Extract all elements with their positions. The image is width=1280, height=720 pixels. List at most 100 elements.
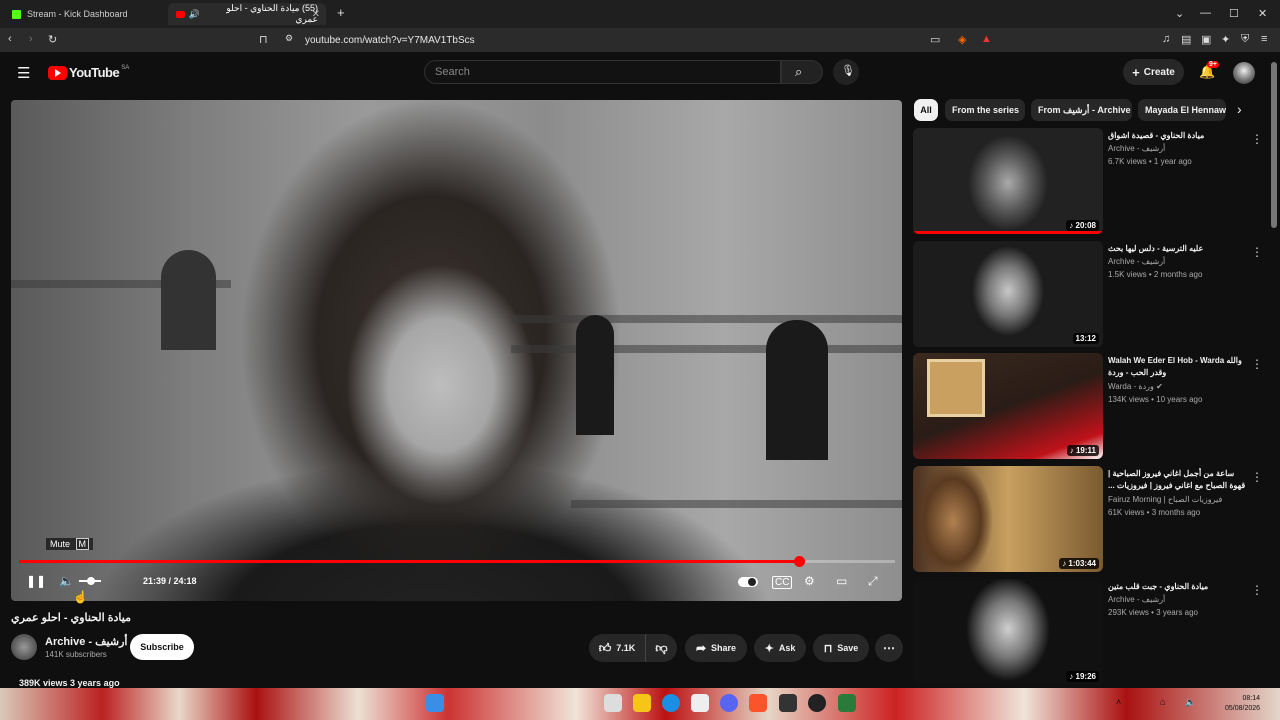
brave-shield-icon[interactable]: ◈: [958, 33, 966, 46]
wallet-icon[interactable]: ▣: [1201, 33, 1211, 46]
obs-icon[interactable]: [808, 694, 826, 712]
more-options-icon[interactable]: ⋮: [1251, 583, 1263, 597]
chip-from-archive[interactable]: From أرشيف - Archive: [1031, 99, 1132, 121]
tab-youtube-video[interactable]: 🔊 (55) ميادة الحناوي - احلو عمري ✕: [168, 3, 326, 25]
recommendation-item[interactable]: ♪ 20:08 ميادة الحناوي - قصيدة اشواق Arch…: [913, 128, 1263, 234]
account-avatar[interactable]: [1233, 62, 1255, 84]
vpn-icon[interactable]: ⛨: [1241, 33, 1249, 46]
more-options-icon[interactable]: ⋮: [1251, 132, 1263, 146]
edge-browser-icon[interactable]: [662, 694, 680, 712]
close-window-button[interactable]: ✕: [1258, 7, 1267, 20]
dislike-button[interactable]: 👎︎: [645, 634, 677, 662]
reload-icon[interactable]: ↻: [48, 33, 57, 46]
video-thumbnail[interactable]: ♪ 19:11: [913, 353, 1103, 459]
rec-title[interactable]: ساعة من أجمل اغاني فيروز الصباحية | قهوة…: [1108, 468, 1248, 492]
ask-button[interactable]: ✦ Ask: [754, 634, 806, 662]
channel-name[interactable]: Archive - أرشيف: [45, 635, 127, 648]
search-input[interactable]: Search: [424, 60, 781, 84]
extensions-icon[interactable]: ✦: [1221, 33, 1230, 46]
video-thumbnail[interactable]: ♪ 20:08: [913, 128, 1103, 234]
rec-meta: 134K views • 10 years ago: [1108, 395, 1203, 404]
share-button[interactable]: ➦ Share: [685, 634, 747, 662]
brave-rewards-icon[interactable]: ▲: [981, 33, 992, 45]
chip-from-the-series[interactable]: From the series: [945, 99, 1025, 121]
discord-icon[interactable]: [720, 694, 738, 712]
video-thumbnail[interactable]: ♪ 19:26: [913, 579, 1103, 685]
bookmark-icon[interactable]: ⊓: [259, 33, 268, 46]
wall-stripe: [511, 345, 902, 353]
sidebar-icon[interactable]: ▤: [1181, 33, 1191, 46]
volume-handle[interactable]: [87, 577, 95, 585]
address-bar[interactable]: youtube.com/watch?v=Y7MAV1TbScs: [279, 31, 999, 49]
maximize-button[interactable]: ☐: [1229, 7, 1239, 20]
recommendation-item[interactable]: 13:12 عليه الترسية - دلس ليها بحث Archiv…: [913, 241, 1263, 347]
network-icon[interactable]: ⌂: [1160, 697, 1165, 707]
duration-badge: ♪ 19:26: [1066, 671, 1099, 682]
brave-icon[interactable]: [749, 694, 767, 712]
tray-overflow-icon[interactable]: ˄: [1116, 697, 1121, 707]
theater-mode-button[interactable]: ▭: [836, 574, 847, 588]
subtitles-button[interactable]: CC: [772, 576, 793, 589]
video-player[interactable]: [11, 100, 902, 601]
chip-all[interactable]: All: [914, 99, 938, 121]
more-actions-button[interactable]: ⋯: [875, 634, 903, 662]
file-explorer-icon[interactable]: [633, 694, 651, 712]
recommendation-item[interactable]: ♪ 1:03:44 ساعة من أجمل اغاني فيروز الصبا…: [913, 466, 1263, 572]
speaker-tray-icon[interactable]: 🔈: [1185, 697, 1196, 708]
rec-title[interactable]: عليه الترسية - دلس ليها بحث: [1108, 243, 1248, 255]
scrubber-handle[interactable]: [793, 556, 805, 567]
hamburger-menu-icon[interactable]: ☰: [17, 64, 30, 82]
settings-button[interactable]: ⚙: [804, 574, 815, 588]
media-controls-icon[interactable]: ♫: [1162, 33, 1170, 45]
chip-mayada[interactable]: Mayada El Hennawy: [1138, 99, 1226, 121]
kick-app-icon[interactable]: [838, 694, 856, 712]
rec-channel[interactable]: Archive - أرشيف: [1108, 257, 1165, 266]
video-thumbnail[interactable]: ♪ 1:03:44: [913, 466, 1103, 572]
youtube-logo[interactable]: YouTube SA: [48, 65, 129, 80]
rec-channel[interactable]: Archive - أرشيف: [1108, 144, 1165, 153]
close-tab-icon[interactable]: ✕: [312, 9, 320, 20]
start-button-icon[interactable]: [426, 694, 444, 712]
rec-channel[interactable]: Fairuz Morning | فيروزيات الصباح: [1108, 495, 1222, 504]
search-button[interactable]: ⌕: [781, 60, 823, 84]
create-button[interactable]: + Create: [1123, 59, 1184, 85]
store-icon[interactable]: [691, 694, 709, 712]
rec-channel[interactable]: Warda - وردة ✔: [1108, 382, 1163, 391]
progress-bar[interactable]: [19, 556, 895, 567]
video-thumbnail[interactable]: 13:12: [913, 241, 1103, 347]
chips-next-arrow-icon[interactable]: ›: [1237, 101, 1242, 117]
recommendation-item[interactable]: ♪ 19:11 Walah We Eder El Hob - Warda وال…: [913, 353, 1263, 459]
kick-favicon-icon: [12, 9, 21, 19]
tab-kick-dashboard[interactable]: Stream - Kick Dashboard: [4, 3, 164, 25]
more-options-icon[interactable]: ⋮: [1251, 357, 1263, 371]
more-options-icon[interactable]: ⋮: [1251, 470, 1263, 484]
cast-icon[interactable]: ▭: [930, 33, 940, 46]
minimize-button[interactable]: —: [1200, 7, 1211, 19]
speaker-icon[interactable]: 🔊: [189, 9, 200, 20]
back-icon[interactable]: ‹: [8, 33, 12, 45]
new-tab-button[interactable]: +: [337, 5, 345, 20]
volume-slider[interactable]: [79, 577, 101, 585]
settings-app-icon[interactable]: [779, 694, 797, 712]
menu-icon[interactable]: ≡: [1261, 33, 1267, 45]
more-options-icon[interactable]: ⋮: [1251, 245, 1263, 259]
like-button[interactable]: 👍︎ 7.1K: [589, 634, 645, 662]
rec-title[interactable]: ميادة الحناوي - قصيدة اشواق: [1108, 130, 1248, 142]
save-button[interactable]: ⊓ Save: [813, 634, 869, 662]
channel-avatar[interactable]: [11, 634, 37, 660]
forward-icon[interactable]: ›: [29, 33, 33, 45]
rec-title[interactable]: Walah We Eder El Hob - Warda والله وقدر …: [1108, 355, 1248, 379]
tab-search-icon[interactable]: ⌄: [1175, 7, 1184, 20]
taskbar-clock[interactable]: 08:14 05/08/2026: [1225, 694, 1260, 714]
mute-button[interactable]: 🔈: [59, 574, 74, 588]
rec-title[interactable]: ميادة الحناوي - جبت قلب متين: [1108, 581, 1248, 593]
subscribe-button[interactable]: Subscribe: [130, 634, 194, 660]
page-scrollbar[interactable]: [1271, 62, 1277, 228]
autoplay-toggle[interactable]: [738, 577, 758, 587]
taskview-icon[interactable]: [604, 694, 622, 712]
recommendation-item[interactable]: ♪ 19:26 ميادة الحناوي - جبت قلب متين Arc…: [913, 579, 1263, 685]
voice-search-button[interactable]: 🎙: [833, 59, 859, 85]
pause-button[interactable]: ❚❚: [26, 574, 46, 588]
fullscreen-button[interactable]: ⤢: [868, 574, 878, 589]
rec-channel[interactable]: Archive - أرشيف: [1108, 595, 1165, 604]
